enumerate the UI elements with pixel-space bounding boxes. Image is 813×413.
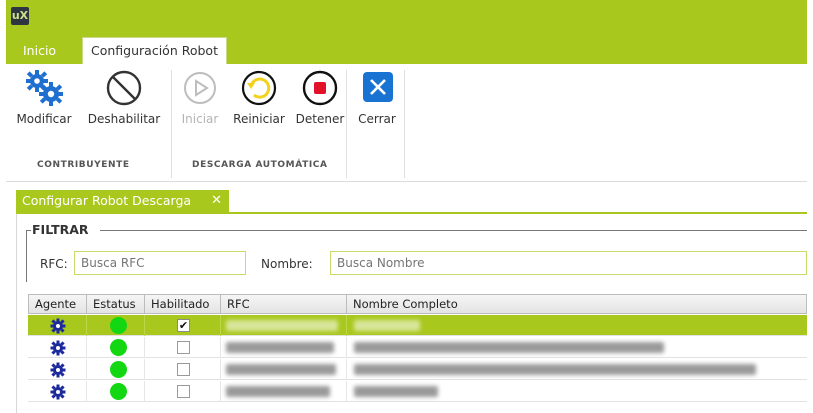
rfc-cell-redacted	[226, 320, 338, 331]
close-icon	[363, 72, 393, 102]
tab-configuracion-robot[interactable]: Configuración Robot	[82, 37, 227, 64]
document-tab[interactable]: Configurar Robot Descarga ✕	[16, 190, 229, 212]
habilitado-checkbox[interactable]	[177, 341, 190, 354]
column-header-rfc[interactable]: RFC	[221, 295, 347, 313]
detener-label: Detener	[295, 112, 345, 126]
grid-divider	[86, 315, 87, 336]
modificar-button[interactable]: Modificar	[10, 68, 78, 126]
agent-gear-icon[interactable]	[50, 362, 66, 378]
iniciar-button[interactable]: Iniciar	[174, 68, 226, 126]
grid-divider	[220, 381, 221, 402]
rfc-cell-redacted	[226, 342, 334, 353]
column-header-agente[interactable]: Agente	[29, 295, 87, 313]
close-tab-icon[interactable]: ✕	[211, 190, 222, 212]
modificar-label: Modificar	[16, 112, 72, 126]
rfc-search-input[interactable]	[74, 251, 246, 275]
grid-divider	[346, 315, 347, 336]
column-header-nombre-completo[interactable]: Nombre Completo	[347, 295, 806, 313]
grid-divider	[220, 337, 221, 358]
grid-divider	[346, 381, 347, 402]
nombre-cell-redacted	[354, 320, 420, 331]
table-row[interactable]	[28, 337, 807, 358]
grid-divider	[144, 381, 145, 402]
grid-divider	[144, 337, 145, 358]
grid-header: Agente Estatus Habilitado RFC Nombre Com…	[28, 294, 807, 314]
habilitado-checkbox[interactable]: ✔	[177, 319, 190, 332]
rfc-label: RFC:	[40, 257, 68, 271]
filter-title: FILTRAR	[32, 222, 89, 237]
detener-button[interactable]: Detener	[290, 68, 350, 126]
grid-divider	[86, 337, 87, 358]
title-bar: uX	[6, 0, 807, 36]
grid-divider	[346, 337, 347, 358]
nombre-cell-redacted	[354, 364, 756, 375]
column-header-estatus[interactable]: Estatus	[87, 295, 145, 313]
grid-divider	[346, 359, 347, 380]
grid-divider	[144, 359, 145, 380]
ribbon-separator	[171, 70, 172, 178]
nombre-search-input[interactable]	[330, 251, 807, 275]
habilitado-checkbox[interactable]	[177, 385, 190, 398]
restart-icon	[241, 70, 277, 106]
agent-gear-icon[interactable]	[50, 340, 66, 356]
group-label-descarga-automatica: DESCARGA AUTOMÁTICA	[192, 160, 328, 170]
rfc-cell-redacted	[226, 364, 336, 375]
ribbon-tabs: Inicio Configuración Robot	[6, 36, 807, 64]
nombre-cell-redacted	[354, 342, 664, 353]
status-indicator	[110, 317, 127, 334]
table-row[interactable]	[28, 381, 807, 402]
gears-icon	[26, 70, 63, 106]
cerrar-button[interactable]: Cerrar	[352, 68, 402, 126]
status-indicator	[110, 383, 127, 400]
iniciar-label: Iniciar	[181, 112, 219, 126]
status-indicator	[110, 339, 127, 356]
agent-gear-icon[interactable]	[50, 318, 66, 334]
rfc-cell-redacted	[226, 386, 330, 397]
table-row[interactable]: ✔	[28, 315, 807, 336]
document-tab-label: Configurar Robot Descarga	[22, 193, 192, 208]
ribbon-separator	[346, 70, 347, 178]
grid-divider	[220, 359, 221, 380]
grid-divider	[144, 315, 145, 336]
document-tab-underline	[16, 212, 807, 214]
grid-divider	[86, 359, 87, 380]
tab-inicio[interactable]: Inicio	[16, 40, 63, 62]
reiniciar-label: Reiniciar	[233, 112, 285, 126]
reiniciar-button[interactable]: Reiniciar	[228, 68, 290, 126]
ribbon: Modificar Deshabilitar Iniciar Reiniciar…	[6, 64, 807, 182]
nombre-label: Nombre:	[261, 257, 313, 271]
group-label-contribuyente: CONTRIBUYENTE	[37, 160, 130, 170]
play-icon	[184, 72, 216, 104]
filter-frame	[26, 230, 27, 282]
column-header-habilitado[interactable]: Habilitado	[145, 295, 221, 313]
app-logo-icon: uX	[11, 7, 29, 25]
nombre-cell-redacted	[354, 386, 438, 397]
stop-icon	[302, 70, 338, 106]
ribbon-separator	[404, 70, 405, 178]
document-border	[16, 214, 17, 413]
deshabilitar-label: Deshabilitar	[87, 112, 161, 126]
deshabilitar-button[interactable]: Deshabilitar	[82, 68, 166, 126]
status-indicator	[110, 361, 127, 378]
grid-divider	[220, 315, 221, 336]
agent-gear-icon[interactable]	[50, 384, 66, 400]
habilitado-checkbox[interactable]	[177, 363, 190, 376]
cerrar-label: Cerrar	[358, 112, 396, 126]
grid-divider	[86, 381, 87, 402]
filter-frame	[100, 230, 807, 231]
table-row[interactable]	[28, 359, 807, 380]
disable-icon	[106, 70, 142, 106]
